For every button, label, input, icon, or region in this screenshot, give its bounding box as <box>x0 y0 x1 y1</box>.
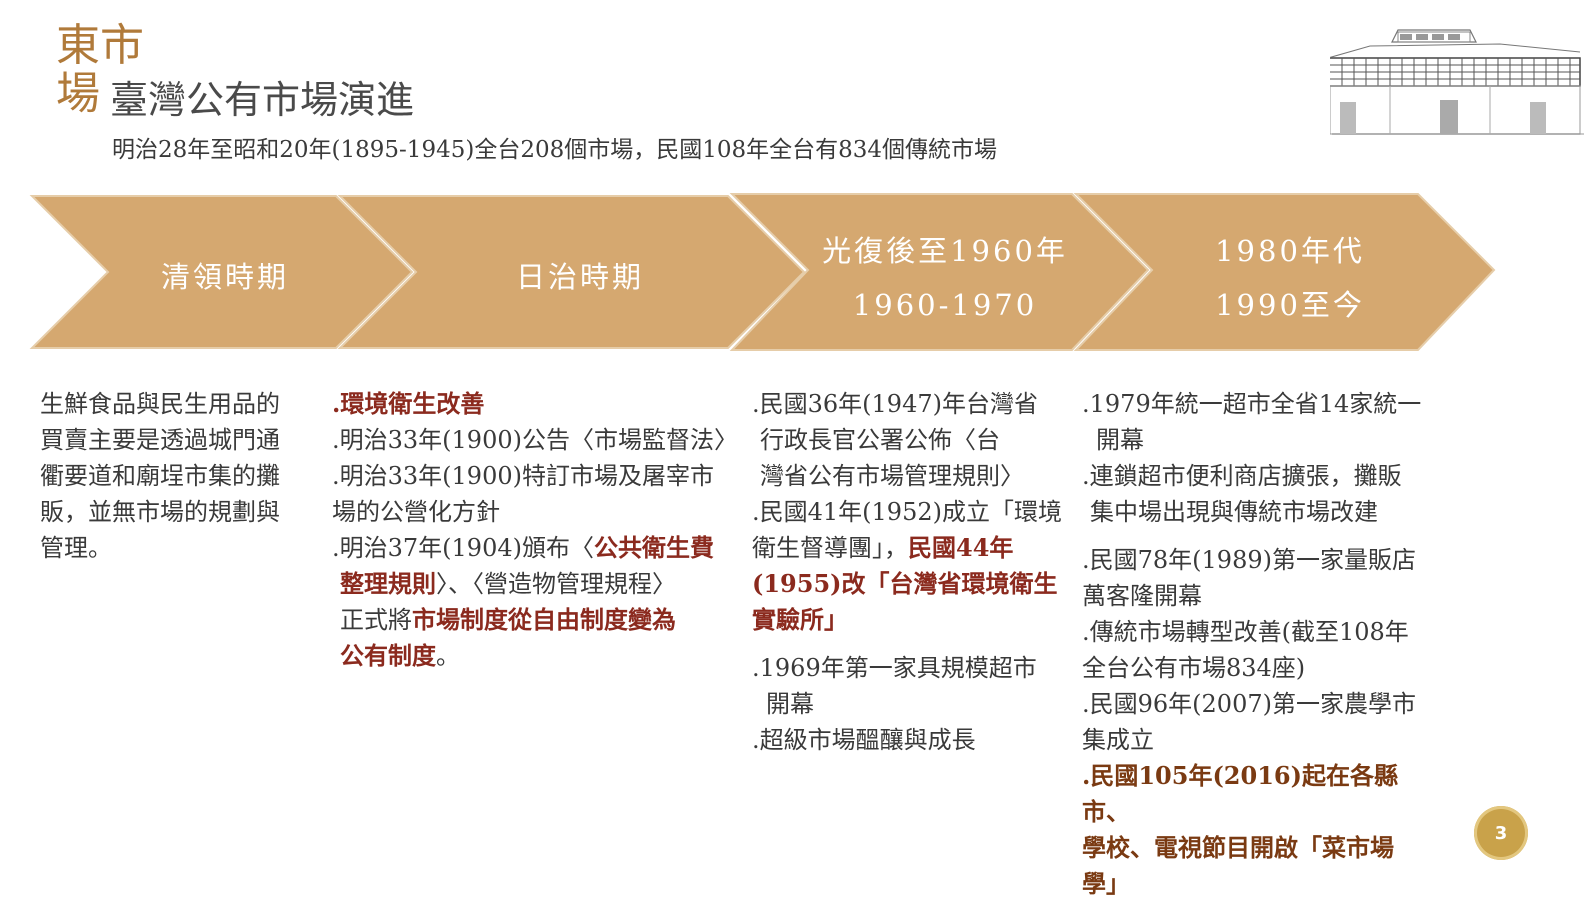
column-modern: .1979年統一超市全省14家統一 開幕 .連鎖超市便利商店擴張，攤販 集中場出… <box>1082 390 1422 898</box>
timeline-label-qing: 清領時期 <box>160 260 289 294</box>
column-postwar: .民國36年(1947)年台灣省 行政長官公署公佈〈台 灣省公有市場管理規則〉 … <box>752 390 1062 754</box>
column-qing: 生鮮食品與民生用品的 買賣主要是透過城門通 衢要道和廟埕市集的攤 販，並無市場的… <box>40 390 280 562</box>
brand-line-1: 東市 <box>56 20 144 71</box>
page-number-badge: 3 <box>1474 806 1528 860</box>
timeline-label-japanese: 日治時期 <box>515 260 644 294</box>
page-subtitle: 明治28年至昭和20年(1895-1945)全台208個市場，民國108年全台有… <box>112 137 998 163</box>
timeline-label-postwar: 光復後至1960年 1960-1970 <box>822 234 1068 322</box>
timeline-label-modern: 1980年代 1990至今 <box>1215 234 1365 322</box>
market-building-illustration <box>1330 22 1586 144</box>
page-title: 臺灣公有市場演進 <box>110 78 415 122</box>
column-japanese: .環境衛生改善 .明治33年(1900)公告〈市場監督法〉 .明治33年(190… <box>332 389 738 670</box>
